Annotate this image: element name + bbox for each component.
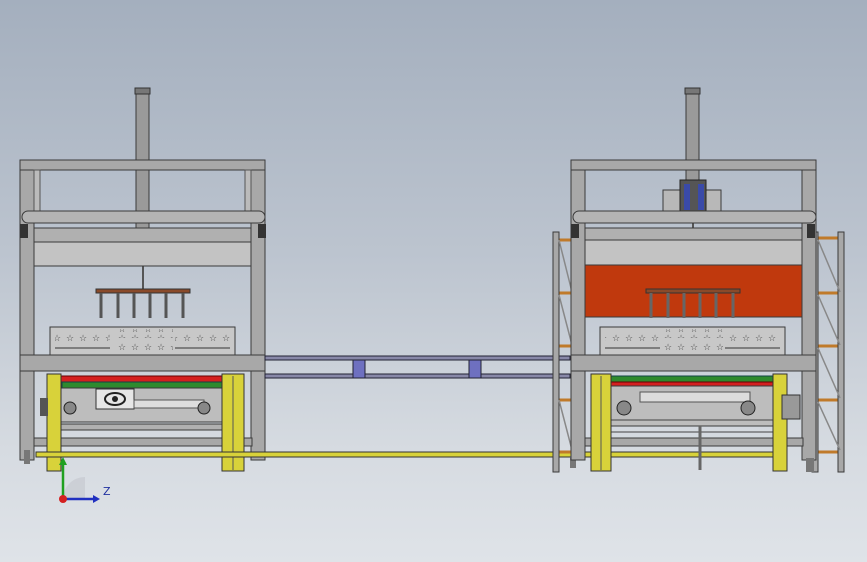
left-cylinder-cap <box>134 87 151 95</box>
right-cylinder-rod <box>685 89 700 191</box>
left-top-beam <box>19 159 266 171</box>
rail-block-right <box>468 359 482 379</box>
left-crossbar <box>21 210 266 224</box>
left-station[interactable] <box>19 87 266 472</box>
thermoforming-machine-model[interactable]: ☆ <box>0 0 867 562</box>
axis-triad[interactable] <box>40 455 120 510</box>
x-axis-point <box>59 495 67 503</box>
right-crossbar <box>572 210 817 224</box>
cad-viewport[interactable]: ☆ <box>0 0 867 562</box>
rail-block-left <box>352 359 366 379</box>
right-station[interactable] <box>552 87 845 473</box>
triad-arc <box>63 477 85 499</box>
z-axis-label: Z <box>103 485 111 498</box>
